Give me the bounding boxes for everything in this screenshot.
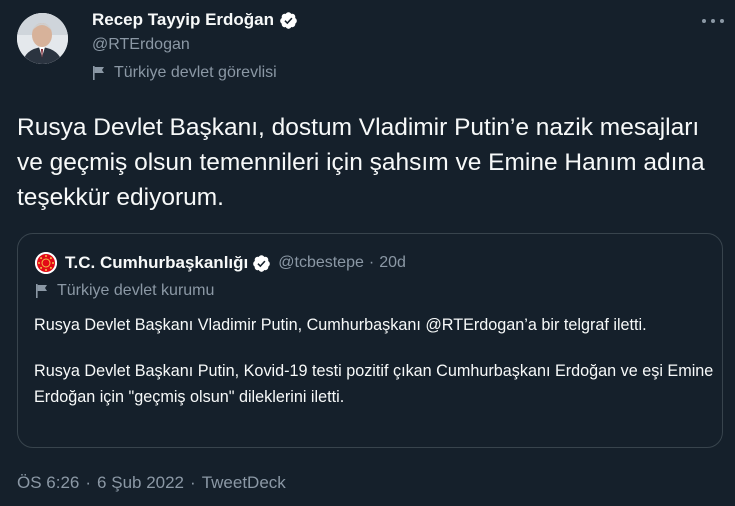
author-handle[interactable]: @RTErdogan <box>92 36 298 54</box>
author-block: Recep Tayyip Erdoğan @RTErdogan Türkiye … <box>92 9 298 82</box>
verified-badge-icon <box>252 254 271 273</box>
quoted-paragraph: Rusya Devlet Başkanı Vladimir Putin, Cum… <box>34 316 647 334</box>
header-separator: · <box>368 254 375 271</box>
tweet-date[interactable]: 6 Şub 2022 <box>97 473 184 493</box>
meta-separator: · <box>85 473 92 492</box>
government-label-text: Türkiye devlet görevlisi <box>114 64 277 81</box>
author-avatar[interactable] <box>17 13 68 64</box>
meta-separator: · <box>190 473 196 492</box>
tweet-source: TweetDeck <box>201 473 286 492</box>
tweet: Recep Tayyip Erdoğan @RTErdogan Türkiye … <box>0 0 735 506</box>
verified-badge-icon <box>279 11 298 30</box>
more-options-icon[interactable] <box>702 14 724 28</box>
government-label: Türkiye devlet görevlisi <box>92 64 298 82</box>
quoted-tweet-header: T.C. Cumhurbaşkanlığı @tcbestepe · 20d <box>35 251 406 275</box>
quoted-tweet[interactable]: T.C. Cumhurbaşkanlığı @tcbestepe · 20d T… <box>17 233 723 448</box>
tweet-text: Rusya Devlet Başkanı, dostum Vladimir Pu… <box>17 114 705 211</box>
quoted-author-avatar[interactable] <box>35 252 57 274</box>
quoted-tweet-age[interactable]: 20d <box>379 254 406 272</box>
flag-icon <box>92 65 106 81</box>
author-name[interactable]: Recep Tayyip Erdoğan <box>92 10 274 30</box>
quoted-tweet-text: Rusya Devlet Başkanı Vladimir Putin, Cum… <box>34 312 714 410</box>
quoted-paragraph: Rusya Devlet Başkanı Putin, Kovid-19 tes… <box>34 362 714 406</box>
quoted-author-name[interactable]: T.C. Cumhurbaşkanlığı <box>65 253 248 273</box>
quoted-government-label: Türkiye devlet kurumu <box>35 282 214 300</box>
flag-icon <box>35 283 49 299</box>
quoted-author-handle[interactable]: @tcbestepe <box>278 254 364 272</box>
quoted-government-label-text: Türkiye devlet kurumu <box>57 282 215 299</box>
tweet-metadata: ÖS 6:26 · 6 Şub 2022 · TweetDeck <box>17 473 286 493</box>
tweet-time[interactable]: ÖS 6:26 <box>17 473 79 493</box>
